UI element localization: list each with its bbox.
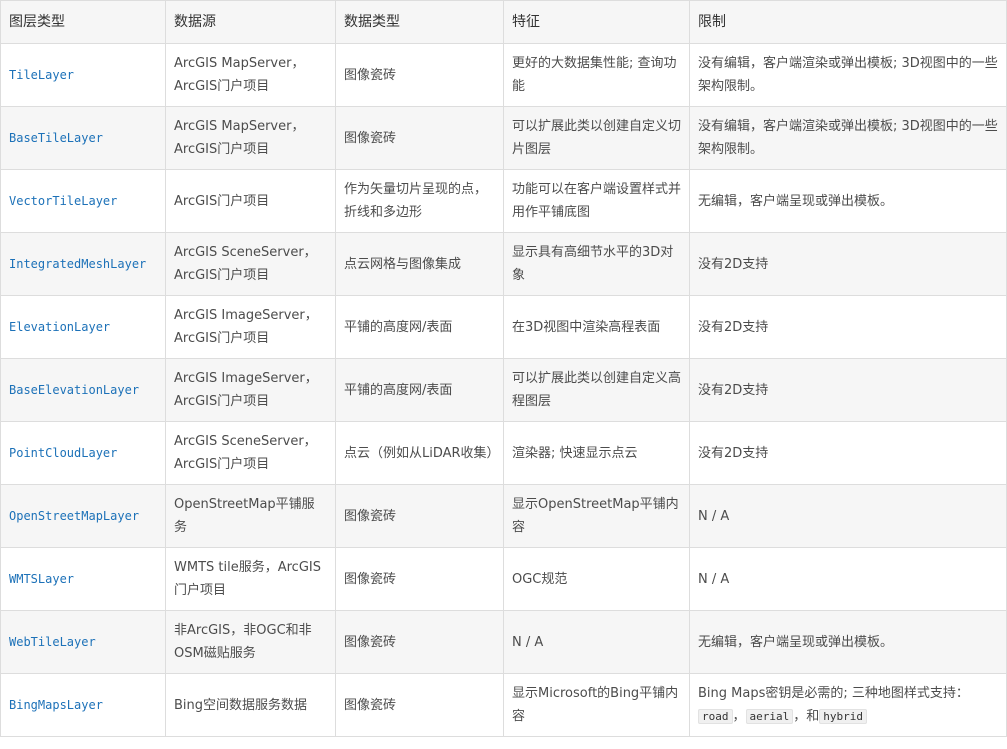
layer-cell: BingMapsLayer bbox=[0, 673, 166, 737]
datatype-cell: 点云网格与图像集成 bbox=[335, 232, 504, 296]
limit-cell: 没有编辑，客户端渲染或弹出模板; 3D视图中的一些架构限制。 bbox=[689, 106, 1007, 170]
table-row: ElevationLayer ArcGIS ImageServer，ArcGIS… bbox=[0, 295, 1007, 359]
source-cell: ArcGIS SceneServer，ArcGIS门户项目 bbox=[165, 232, 336, 296]
layer-name-link[interactable]: BaseElevationLayer bbox=[9, 383, 139, 397]
layer-cell: BaseElevationLayer bbox=[0, 358, 166, 422]
table-header-row: 图层类型 数据源 数据类型 特征 限制 bbox=[0, 0, 1007, 44]
datatype-cell: 平铺的高度网/表面 bbox=[335, 295, 504, 359]
table-row: WebTileLayer 非ArcGIS，非OGC和非OSM磁贴服务 图像瓷砖 … bbox=[0, 610, 1007, 674]
layer-name-link[interactable]: BingMapsLayer bbox=[9, 698, 103, 712]
source-cell: ArcGIS ImageServer，ArcGIS门户项目 bbox=[165, 358, 336, 422]
datatype-cell: 平铺的高度网/表面 bbox=[335, 358, 504, 422]
feature-cell: 可以扩展此类以创建自定义高程图层 bbox=[503, 358, 690, 422]
layer-types-table: 图层类型 数据源 数据类型 特征 限制 TileLayer ArcGIS Map… bbox=[0, 0, 1007, 737]
layer-cell: OpenStreetMapLayer bbox=[0, 484, 166, 548]
feature-cell: 可以扩展此类以创建自定义切片图层 bbox=[503, 106, 690, 170]
source-cell: WMTS tile服务，ArcGIS门户项目 bbox=[165, 547, 336, 611]
layer-cell: WebTileLayer bbox=[0, 610, 166, 674]
layer-cell: TileLayer bbox=[0, 43, 166, 107]
table-row: IntegratedMeshLayer ArcGIS SceneServer，A… bbox=[0, 232, 1007, 296]
header-data-source: 数据源 bbox=[165, 0, 336, 44]
layer-cell: WMTSLayer bbox=[0, 547, 166, 611]
code-hybrid: hybrid bbox=[819, 709, 868, 724]
layer-cell: IntegratedMeshLayer bbox=[0, 232, 166, 296]
layer-name-link[interactable]: IntegratedMeshLayer bbox=[9, 257, 146, 271]
layer-cell: PointCloudLayer bbox=[0, 421, 166, 485]
feature-cell: 更好的大数据集性能; 查询功能 bbox=[503, 43, 690, 107]
limit-cell: N / A bbox=[689, 547, 1007, 611]
layer-cell: ElevationLayer bbox=[0, 295, 166, 359]
layer-name-link[interactable]: PointCloudLayer bbox=[9, 446, 117, 460]
header-layer-type: 图层类型 bbox=[0, 0, 166, 44]
table-row: WMTSLayer WMTS tile服务，ArcGIS门户项目 图像瓷砖 OG… bbox=[0, 547, 1007, 611]
datatype-cell: 图像瓷砖 bbox=[335, 43, 504, 107]
layer-name-link[interactable]: BaseTileLayer bbox=[9, 131, 103, 145]
layer-name-link[interactable]: WebTileLayer bbox=[9, 635, 96, 649]
datatype-cell: 作为矢量切片呈现的点，折线和多边形 bbox=[335, 169, 504, 233]
source-cell: ArcGIS门户项目 bbox=[165, 169, 336, 233]
layer-name-link[interactable]: TileLayer bbox=[9, 68, 74, 82]
feature-cell: 显示具有高细节水平的3D对象 bbox=[503, 232, 690, 296]
table-row: BingMapsLayer Bing空间数据服务数据 图像瓷砖 显示Micros… bbox=[0, 673, 1007, 737]
table-row: PointCloudLayer ArcGIS SceneServer，ArcGI… bbox=[0, 421, 1007, 485]
source-cell: ArcGIS MapServer，ArcGIS门户项目 bbox=[165, 43, 336, 107]
source-cell: ArcGIS MapServer，ArcGIS门户项目 bbox=[165, 106, 336, 170]
feature-cell: 渲染器; 快速显示点云 bbox=[503, 421, 690, 485]
limit-cell: 没有2D支持 bbox=[689, 232, 1007, 296]
code-road: road bbox=[698, 709, 733, 724]
source-cell: OpenStreetMap平铺服务 bbox=[165, 484, 336, 548]
code-aerial: aerial bbox=[745, 709, 794, 724]
table-row: VectorTileLayer ArcGIS门户项目 作为矢量切片呈现的点，折线… bbox=[0, 169, 1007, 233]
feature-cell: 在3D视图中渲染高程表面 bbox=[503, 295, 690, 359]
separator: ， bbox=[732, 709, 746, 724]
limit-cell: 无编辑，客户端呈现或弹出模板。 bbox=[689, 610, 1007, 674]
header-limitations: 限制 bbox=[689, 0, 1007, 44]
datatype-cell: 点云（例如从LiDAR收集） bbox=[335, 421, 504, 485]
layer-name-link[interactable]: OpenStreetMapLayer bbox=[9, 509, 139, 523]
source-cell: ArcGIS SceneServer，ArcGIS门户项目 bbox=[165, 421, 336, 485]
limit-text: Bing Maps密钥是必需的; 三种地图样式支持： bbox=[698, 686, 969, 701]
header-features: 特征 bbox=[503, 0, 690, 44]
feature-cell: OGC规范 bbox=[503, 547, 690, 611]
separator: ，和 bbox=[793, 709, 820, 724]
limit-cell: 没有2D支持 bbox=[689, 358, 1007, 422]
datatype-cell: 图像瓷砖 bbox=[335, 547, 504, 611]
table-row: OpenStreetMapLayer OpenStreetMap平铺服务 图像瓷… bbox=[0, 484, 1007, 548]
table-row: TileLayer ArcGIS MapServer，ArcGIS门户项目 图像… bbox=[0, 43, 1007, 107]
table-row: BaseElevationLayer ArcGIS ImageServer，Ar… bbox=[0, 358, 1007, 422]
datatype-cell: 图像瓷砖 bbox=[335, 106, 504, 170]
limit-cell: Bing Maps密钥是必需的; 三种地图样式支持： road， aerial ，和 h… bbox=[689, 673, 1007, 737]
limit-cell: 没有编辑，客户端渲染或弹出模板; 3D视图中的一些架构限制。 bbox=[689, 43, 1007, 107]
limit-cell: 没有2D支持 bbox=[689, 421, 1007, 485]
layer-name-link[interactable]: WMTSLayer bbox=[9, 572, 74, 586]
feature-cell: 显示OpenStreetMap平铺内容 bbox=[503, 484, 690, 548]
source-cell: ArcGIS ImageServer，ArcGIS门户项目 bbox=[165, 295, 336, 359]
datatype-cell: 图像瓷砖 bbox=[335, 610, 504, 674]
source-cell: Bing空间数据服务数据 bbox=[165, 673, 336, 737]
source-cell: 非ArcGIS，非OGC和非OSM磁贴服务 bbox=[165, 610, 336, 674]
layer-name-link[interactable]: VectorTileLayer bbox=[9, 194, 117, 208]
datatype-cell: 图像瓷砖 bbox=[335, 484, 504, 548]
header-data-type: 数据类型 bbox=[335, 0, 504, 44]
limit-cell: 无编辑，客户端呈现或弹出模板。 bbox=[689, 169, 1007, 233]
layer-cell: VectorTileLayer bbox=[0, 169, 166, 233]
layer-name-link[interactable]: ElevationLayer bbox=[9, 320, 110, 334]
table-row: BaseTileLayer ArcGIS MapServer，ArcGIS门户项… bbox=[0, 106, 1007, 170]
feature-cell: N / A bbox=[503, 610, 690, 674]
layer-cell: BaseTileLayer bbox=[0, 106, 166, 170]
limit-cell: N / A bbox=[689, 484, 1007, 548]
limit-cell: 没有2D支持 bbox=[689, 295, 1007, 359]
feature-cell: 功能可以在客户端设置样式并用作平铺底图 bbox=[503, 169, 690, 233]
datatype-cell: 图像瓷砖 bbox=[335, 673, 504, 737]
feature-cell: 显示Microsoft的Bing平铺内容 bbox=[503, 673, 690, 737]
